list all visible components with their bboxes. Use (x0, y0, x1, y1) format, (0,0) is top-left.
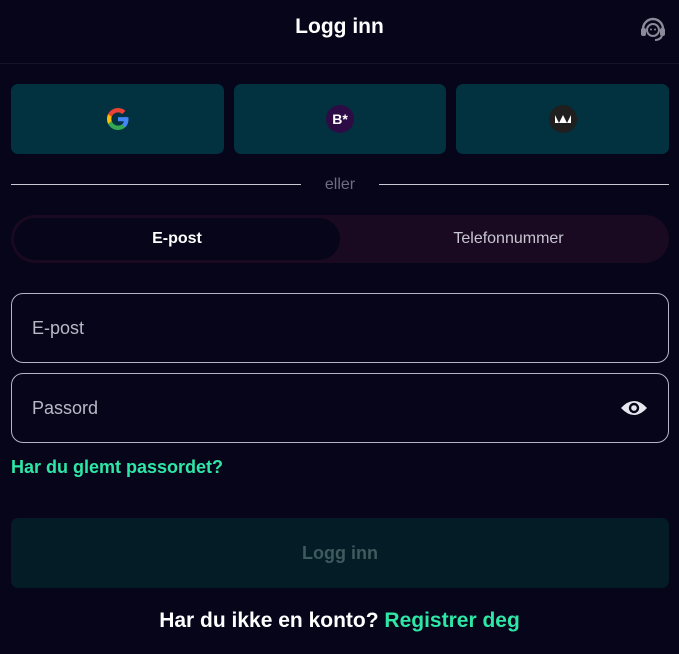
or-divider: eller (11, 175, 669, 195)
b-star-icon: B* (326, 105, 354, 133)
signup-row: Har du ikke en konto? Registrer deg (0, 609, 679, 633)
social-login-row: B* (11, 84, 669, 154)
support-button[interactable] (638, 13, 668, 43)
login-method-tabs: E-post Telefonnummer (11, 215, 669, 263)
divider-text: eller (324, 176, 356, 193)
google-g-icon (106, 108, 128, 130)
vipps-icon (548, 105, 577, 133)
register-link[interactable]: Registrer deg (384, 609, 519, 632)
divider-line-right (379, 184, 669, 185)
forgot-password-link[interactable]: Har du glemt passordet? (11, 457, 223, 478)
login-button-label: Logg inn (302, 542, 378, 563)
email-placeholder: E-post (32, 318, 85, 338)
page-title: Logg inn (295, 15, 384, 38)
login-button[interactable]: Logg inn (11, 518, 669, 588)
tab-phone[interactable]: Telefonnummer (351, 218, 666, 260)
header: Logg inn (0, 0, 679, 64)
show-password-button[interactable] (619, 396, 649, 420)
eye-icon (621, 401, 647, 415)
email-field[interactable]: E-post (11, 293, 669, 363)
vipps-login-button[interactable] (456, 84, 669, 154)
headset-icon (641, 17, 665, 41)
password-field[interactable]: Passord (11, 373, 669, 443)
signup-question: Har du ikke en konto? (159, 609, 385, 632)
password-placeholder: Passord (32, 398, 99, 418)
tab-email[interactable]: E-post (14, 218, 340, 260)
bstar-login-button[interactable]: B* (234, 84, 446, 154)
google-login-button[interactable] (11, 84, 224, 154)
